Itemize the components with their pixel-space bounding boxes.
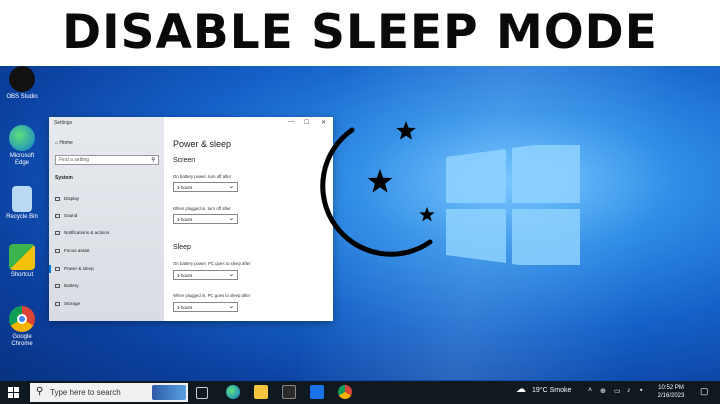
sidebar-item-battery[interactable]: Battery	[55, 283, 79, 288]
task-view-icon[interactable]	[196, 387, 208, 399]
settings-search-input[interactable]: Find a setting ⚲	[55, 155, 159, 165]
screen-plugged-dropdown[interactable]: 3 hours ⌄	[173, 214, 238, 224]
volume-icon[interactable]: ♪	[627, 387, 631, 394]
desktop-icon-obs[interactable]: OBS Studio	[4, 66, 40, 101]
file-explorer-icon[interactable]	[254, 385, 268, 399]
star-icon	[396, 121, 416, 140]
sleep-plugged-dropdown[interactable]: 3 hours ⌄	[173, 302, 238, 312]
power-icon	[55, 266, 60, 271]
page-title: Power & sleep	[173, 139, 232, 149]
clock-time: 10:52 PM	[658, 385, 684, 391]
sleep-heading: Sleep	[173, 244, 191, 251]
desktop-icon-label: Google Chrome	[11, 334, 33, 347]
windows-logo	[446, 145, 580, 265]
sidebar-item-focus-assist[interactable]: Focus assist	[55, 248, 90, 253]
chrome-taskbar-icon[interactable]	[338, 385, 352, 399]
screen-plugged-label: When plugged in, turn off after	[173, 206, 231, 211]
desktop-icon-label: Microsoft Edge	[9, 153, 35, 166]
recycle-bin-icon	[12, 186, 32, 212]
dropdown-value: 3 hours	[177, 216, 193, 222]
sidebar-item-notifications[interactable]: Notifications & actions	[55, 230, 109, 235]
edge-taskbar-icon[interactable]	[226, 385, 240, 399]
notifications-icon	[55, 230, 60, 235]
storage-icon	[55, 301, 60, 306]
store-icon[interactable]	[282, 385, 296, 399]
sidebar-item-label: Storage	[64, 301, 81, 306]
star-icon	[367, 169, 393, 193]
display-icon	[55, 196, 60, 201]
sidebar-item-power-sleep[interactable]: Power & sleep	[49, 265, 94, 273]
weather-text[interactable]: 19°C Smoke	[532, 387, 571, 394]
sidebar-item-display[interactable]: Display	[55, 196, 79, 201]
dropdown-value: 3 hours	[177, 304, 193, 310]
sleep-plugged-label: When plugged in, PC goes to sleep after	[173, 293, 251, 298]
search-placeholder: Type here to search	[50, 388, 121, 397]
sound-icon	[55, 213, 60, 218]
chevron-down-icon: ⌄	[228, 272, 234, 278]
weather-icon: ☁	[516, 384, 526, 395]
input-icon[interactable]: ▪	[640, 387, 642, 394]
star-icon	[419, 207, 435, 222]
sidebar-item-label: Focus assist	[64, 248, 90, 253]
screen-heading: Screen	[173, 157, 196, 164]
chevron-down-icon: ⌄	[228, 184, 234, 190]
taskbar-search-box[interactable]: ⚲ Type here to search	[30, 383, 188, 402]
desktop-icon-recycle-bin[interactable]: Recycle Bin	[4, 186, 40, 221]
chevron-down-icon: ⌄	[228, 304, 234, 310]
home-label: Home	[59, 140, 73, 146]
sidebar-item-label: Power & sleep	[64, 266, 94, 271]
dropdown-value: 3 hours	[177, 184, 193, 190]
clock[interactable]: 10:52 PM 2/16/2023	[652, 384, 690, 400]
settings-sidebar: Settings ⌂ Home Find a setting ⚲ System …	[49, 117, 164, 321]
screen-battery-label: On battery power, turn off after	[173, 174, 232, 179]
moon-stars-icon	[320, 121, 435, 257]
battery-icon	[55, 283, 60, 288]
sidebar-item-label: Sound	[64, 213, 78, 218]
chevron-down-icon: ⌄	[228, 216, 234, 222]
desktop-icon-label: Shortcut	[10, 272, 34, 278]
banner-title: DISABLE SLEEP MODE	[62, 5, 658, 60]
shortcut-icon	[9, 244, 35, 270]
sleep-battery-dropdown[interactable]: 3 hours ⌄	[173, 270, 238, 280]
screen-battery-dropdown[interactable]: 3 hours ⌄	[173, 182, 238, 192]
sidebar-item-sound[interactable]: Sound	[55, 213, 77, 218]
sidebar-item-label: Notifications & actions	[64, 230, 110, 235]
sleep-battery-label: On battery power, PC goes to sleep after	[173, 261, 251, 266]
mail-icon[interactable]	[310, 385, 324, 399]
desktop-icon-label: OBS Studio	[6, 94, 38, 100]
edge-icon	[9, 125, 35, 151]
taskbar: ⚲ Type here to search ☁ 19°C Smoke ˄ ⊕ ▭…	[0, 381, 720, 404]
desktop-icon-label: Recycle Bin	[6, 214, 38, 220]
chevron-up-icon[interactable]: ˄	[588, 387, 592, 394]
sidebar-item-home[interactable]: ⌂ Home	[55, 140, 73, 146]
desktop-icon-shortcut[interactable]: Shortcut	[4, 244, 40, 279]
network-icon[interactable]: ⊕	[600, 387, 606, 395]
chrome-icon	[9, 306, 35, 332]
sidebar-item-label: Battery	[64, 283, 79, 288]
clock-date: 2/16/2023	[657, 393, 685, 399]
notification-icon[interactable]: ▢	[700, 386, 709, 397]
sidebar-item-label: Display	[64, 196, 80, 201]
focus-assist-icon	[55, 248, 60, 253]
sidebar-item-storage[interactable]: Storage	[55, 301, 80, 306]
window-title: Settings	[54, 120, 73, 126]
start-button[interactable]	[8, 387, 19, 398]
search-placeholder: Find a setting	[59, 157, 90, 163]
dropdown-value: 3 hours	[177, 272, 193, 278]
desktop-icon-chrome[interactable]: Google Chrome	[4, 306, 40, 348]
search-highlight-image	[152, 385, 186, 400]
desktop-icon-edge[interactable]: Microsoft Edge	[4, 125, 40, 167]
search-icon: ⚲	[151, 157, 155, 163]
search-icon: ⚲	[36, 386, 44, 397]
title-banner: DISABLE SLEEP MODE	[0, 0, 720, 66]
sidebar-section-title: System	[55, 175, 73, 181]
obs-icon	[9, 66, 35, 92]
battery-icon[interactable]: ▭	[614, 387, 621, 395]
